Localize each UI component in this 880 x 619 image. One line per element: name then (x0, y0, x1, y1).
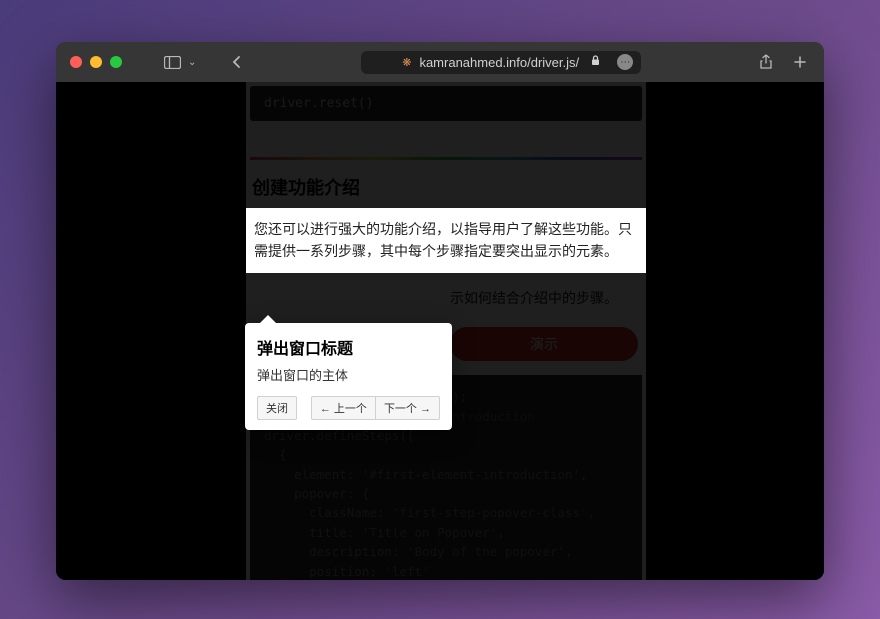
popover-next-button[interactable]: 下一个 → (375, 396, 440, 420)
site-settings-icon: ❋ (402, 56, 411, 69)
popover-nav-group: ← 上一个 下一个 → (311, 396, 440, 420)
popover-actions: 关闭 ← 上一个 下一个 → (257, 396, 440, 420)
maximize-window-button[interactable] (110, 56, 122, 68)
share-icon[interactable] (756, 52, 776, 72)
reader-mode-icon[interactable]: ⋯ (617, 54, 633, 70)
sidebar-icon[interactable] (162, 52, 182, 72)
back-button[interactable] (226, 52, 246, 72)
url-text: kamranahmed.info/driver.js/ (419, 55, 579, 70)
popover-arrow (260, 315, 276, 323)
lock-icon (591, 55, 600, 69)
new-tab-icon[interactable] (790, 52, 810, 72)
driver-popover: 弹出窗口标题 弹出窗口的主体 关闭 ← 上一个 下一个 → (245, 323, 452, 430)
browser-window: ⌄ ❋ kamranahmed.info/driver.js/ ⋯ (56, 42, 824, 580)
popover-prev-button[interactable]: ← 上一个 (311, 396, 375, 420)
address-bar-container: ❋ kamranahmed.info/driver.js/ ⋯ (254, 51, 748, 74)
minimize-window-button[interactable] (90, 56, 102, 68)
web-content: driver.reset() 创建功能介绍 您还可以进行强大的功能介绍，以指导用… (56, 82, 824, 580)
titlebar: ⌄ ❋ kamranahmed.info/driver.js/ ⋯ (56, 42, 824, 82)
address-bar[interactable]: ❋ kamranahmed.info/driver.js/ ⋯ (361, 51, 641, 74)
close-window-button[interactable] (70, 56, 82, 68)
highlighted-step-element: 您还可以进行强大的功能介绍，以指导用户了解这些功能。只需提供一系列步骤，其中每个… (246, 208, 646, 273)
popover-close-button[interactable]: 关闭 (257, 396, 297, 420)
chevron-down-icon[interactable]: ⌄ (188, 57, 196, 68)
popover-description: 弹出窗口的主体 (257, 365, 440, 384)
traffic-lights (70, 56, 122, 68)
popover-title: 弹出窗口标题 (257, 335, 440, 359)
